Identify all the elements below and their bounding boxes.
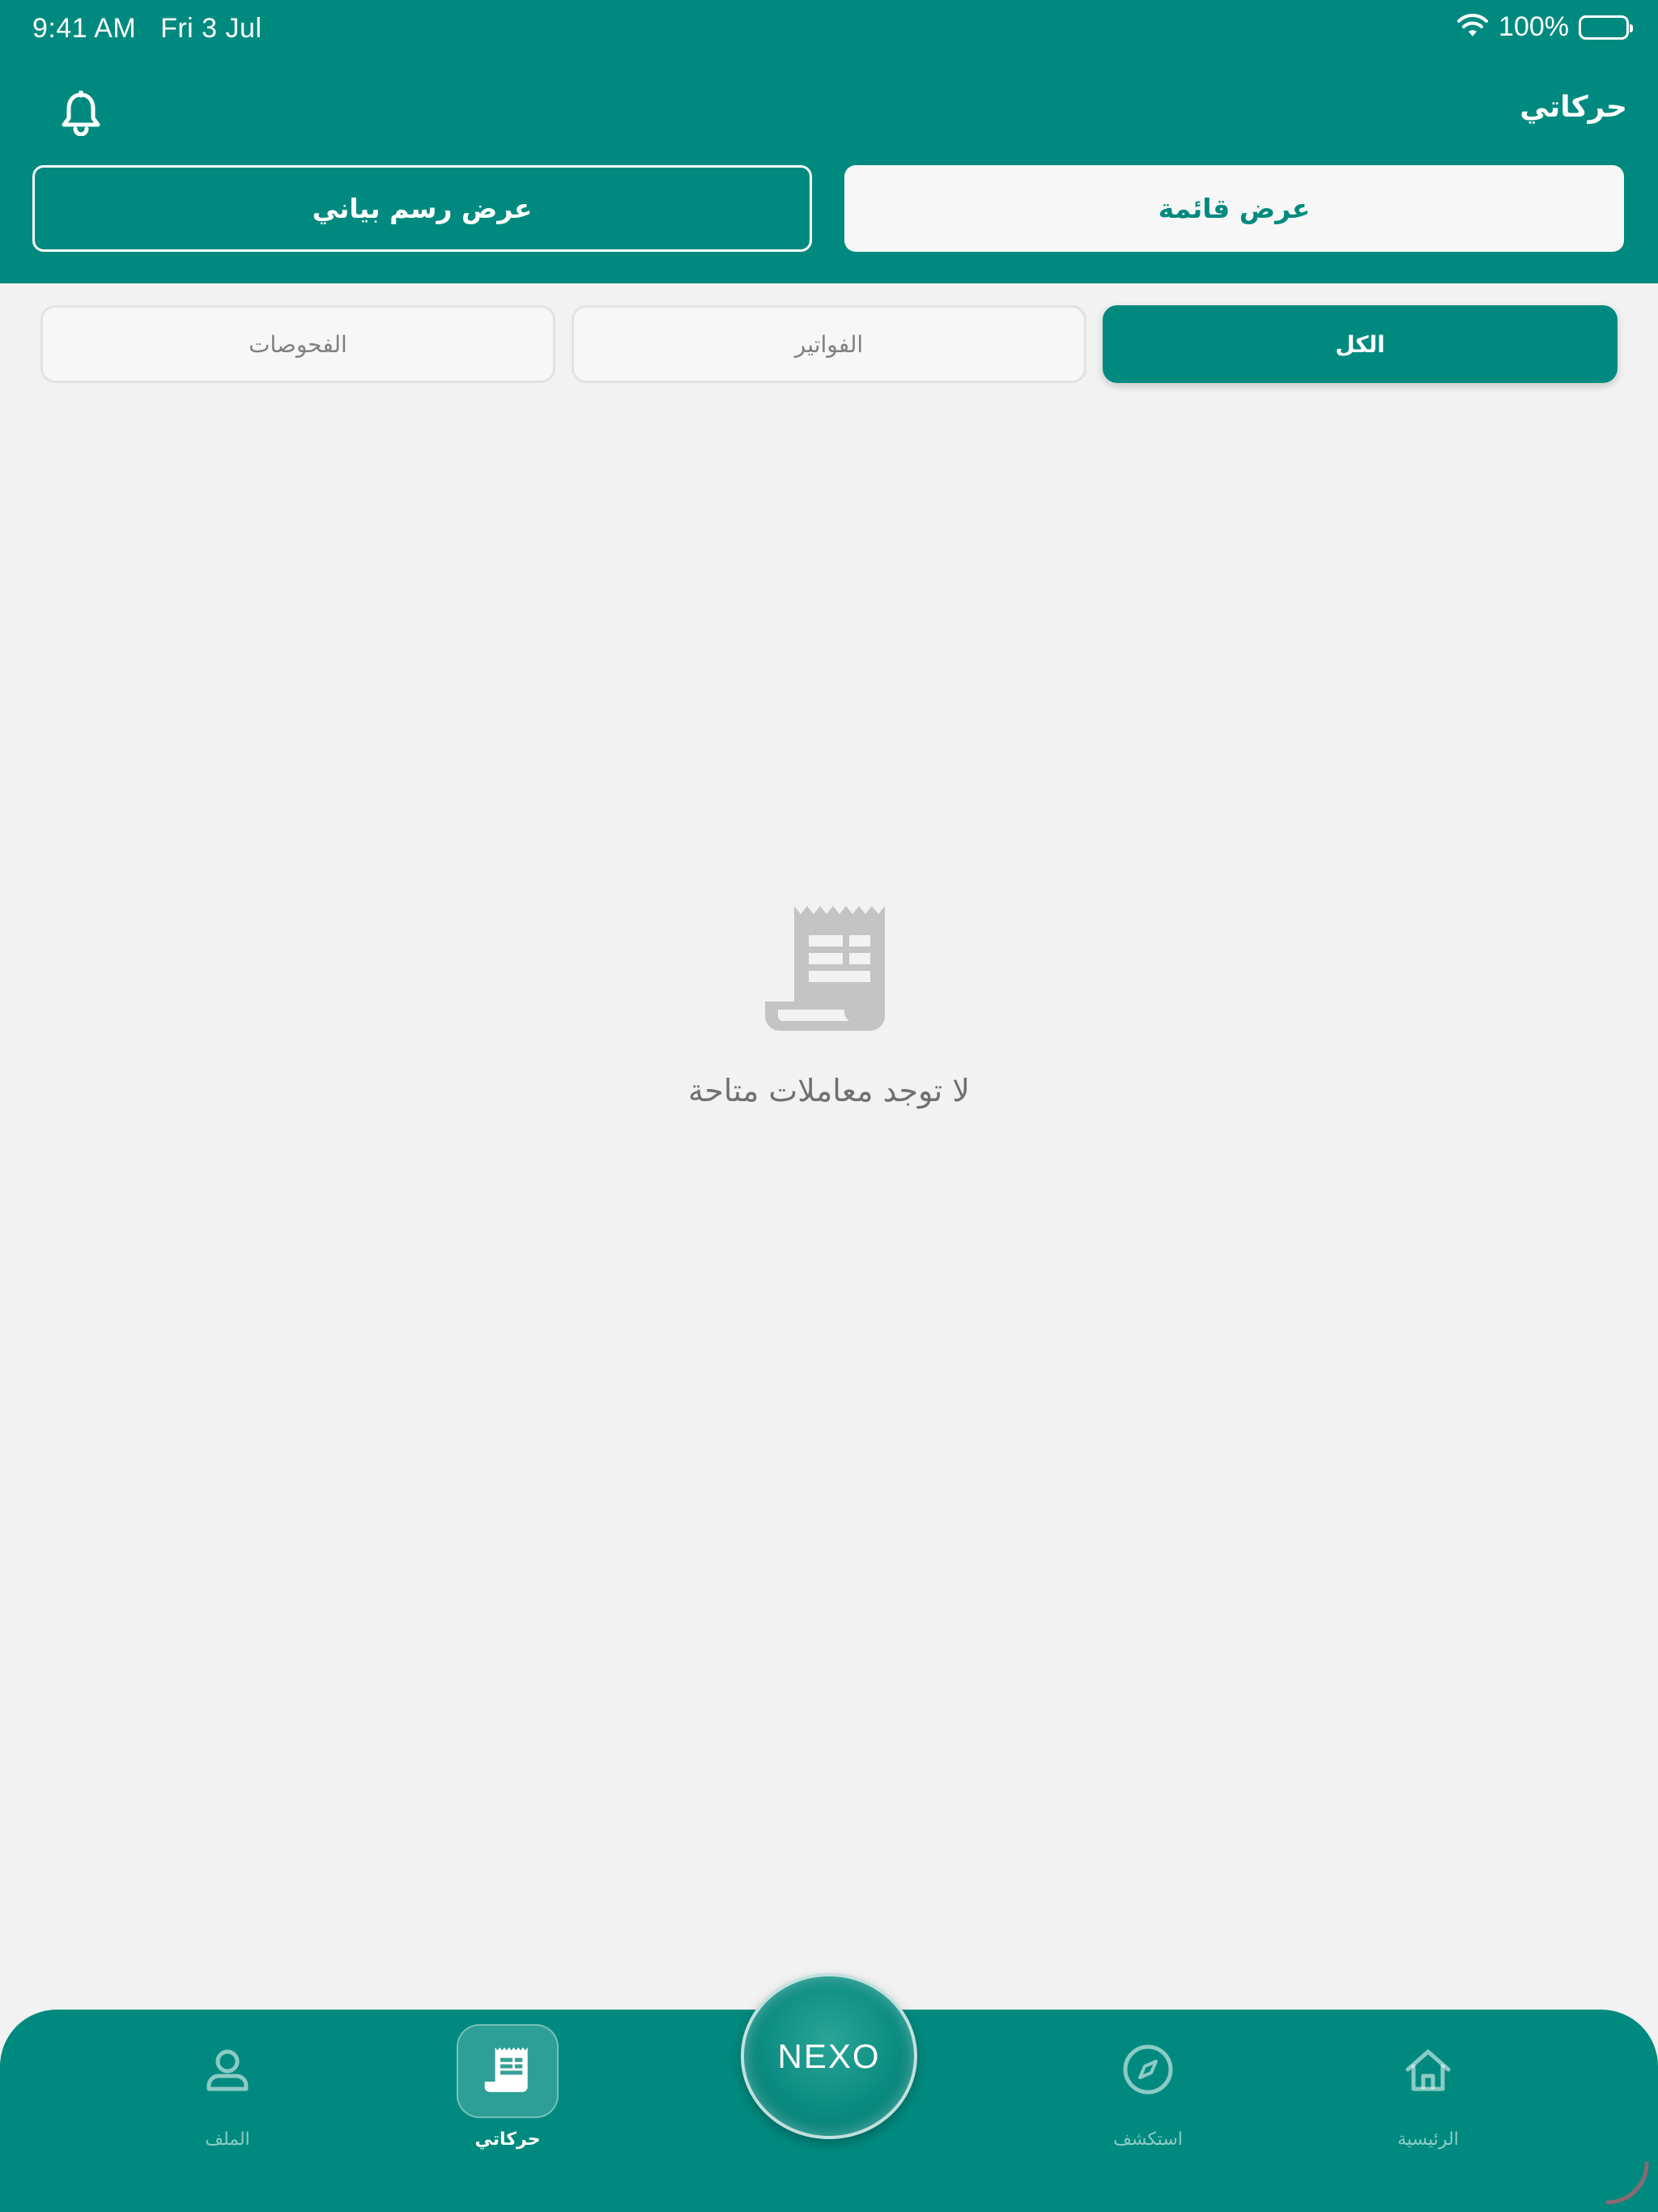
nav-item-explore[interactable]: استكشف [1067, 2024, 1229, 2170]
battery-icon [1579, 15, 1633, 40]
wifi-icon [1456, 13, 1489, 41]
nav-label-explore: استكشف [1113, 2129, 1183, 2150]
nav-label-my-transactions: حركاتي [474, 2129, 541, 2150]
notifications-button[interactable] [60, 89, 102, 139]
nav-label-home: الرئيسية [1397, 2129, 1459, 2150]
filter-tab-checks[interactable]: الفحوصات [40, 305, 555, 383]
header: 9:41 AM Fri 3 Jul 100% حركاتي عرض قائمة … [0, 0, 1658, 283]
bell-icon [60, 89, 102, 139]
nexo-center-button[interactable]: NEXO [741, 1973, 917, 2139]
battery-percentage: 100% [1499, 11, 1569, 42]
status-bar-right: 100% [1456, 11, 1633, 43]
nav-item-profile[interactable]: الملف [147, 2024, 308, 2170]
empty-state-message: لا توجد معاملات متاحة [688, 1073, 970, 1108]
user-icon [205, 2047, 250, 2095]
receipt-icon [763, 903, 895, 1032]
status-bar-time: 9:41 AM Fri 3 Jul [32, 13, 262, 45]
nexo-logo-text: NEXO [777, 2036, 881, 2075]
nav-item-home[interactable]: الرئيسية [1347, 2024, 1509, 2170]
nav-label-profile: الملف [205, 2129, 250, 2150]
filter-tab-bills[interactable]: الفواتير [572, 305, 1086, 383]
status-time: 9:41 AM [32, 13, 137, 44]
status-date: Fri 3 Jul [160, 13, 262, 44]
list-view-button[interactable]: عرض قائمة [844, 165, 1624, 252]
loading-indicator-icon [1603, 2159, 1652, 2207]
compass-icon [1122, 2044, 1174, 2099]
chart-view-button[interactable]: عرض رسم بياني [32, 165, 812, 252]
receipt-icon [484, 2046, 531, 2096]
filter-tab-all[interactable]: الكل [1103, 305, 1618, 383]
nav-item-my-transactions[interactable]: حركاتي [427, 2024, 589, 2170]
home-icon [1404, 2047, 1452, 2095]
page-title: حركاتي [1520, 91, 1627, 124]
